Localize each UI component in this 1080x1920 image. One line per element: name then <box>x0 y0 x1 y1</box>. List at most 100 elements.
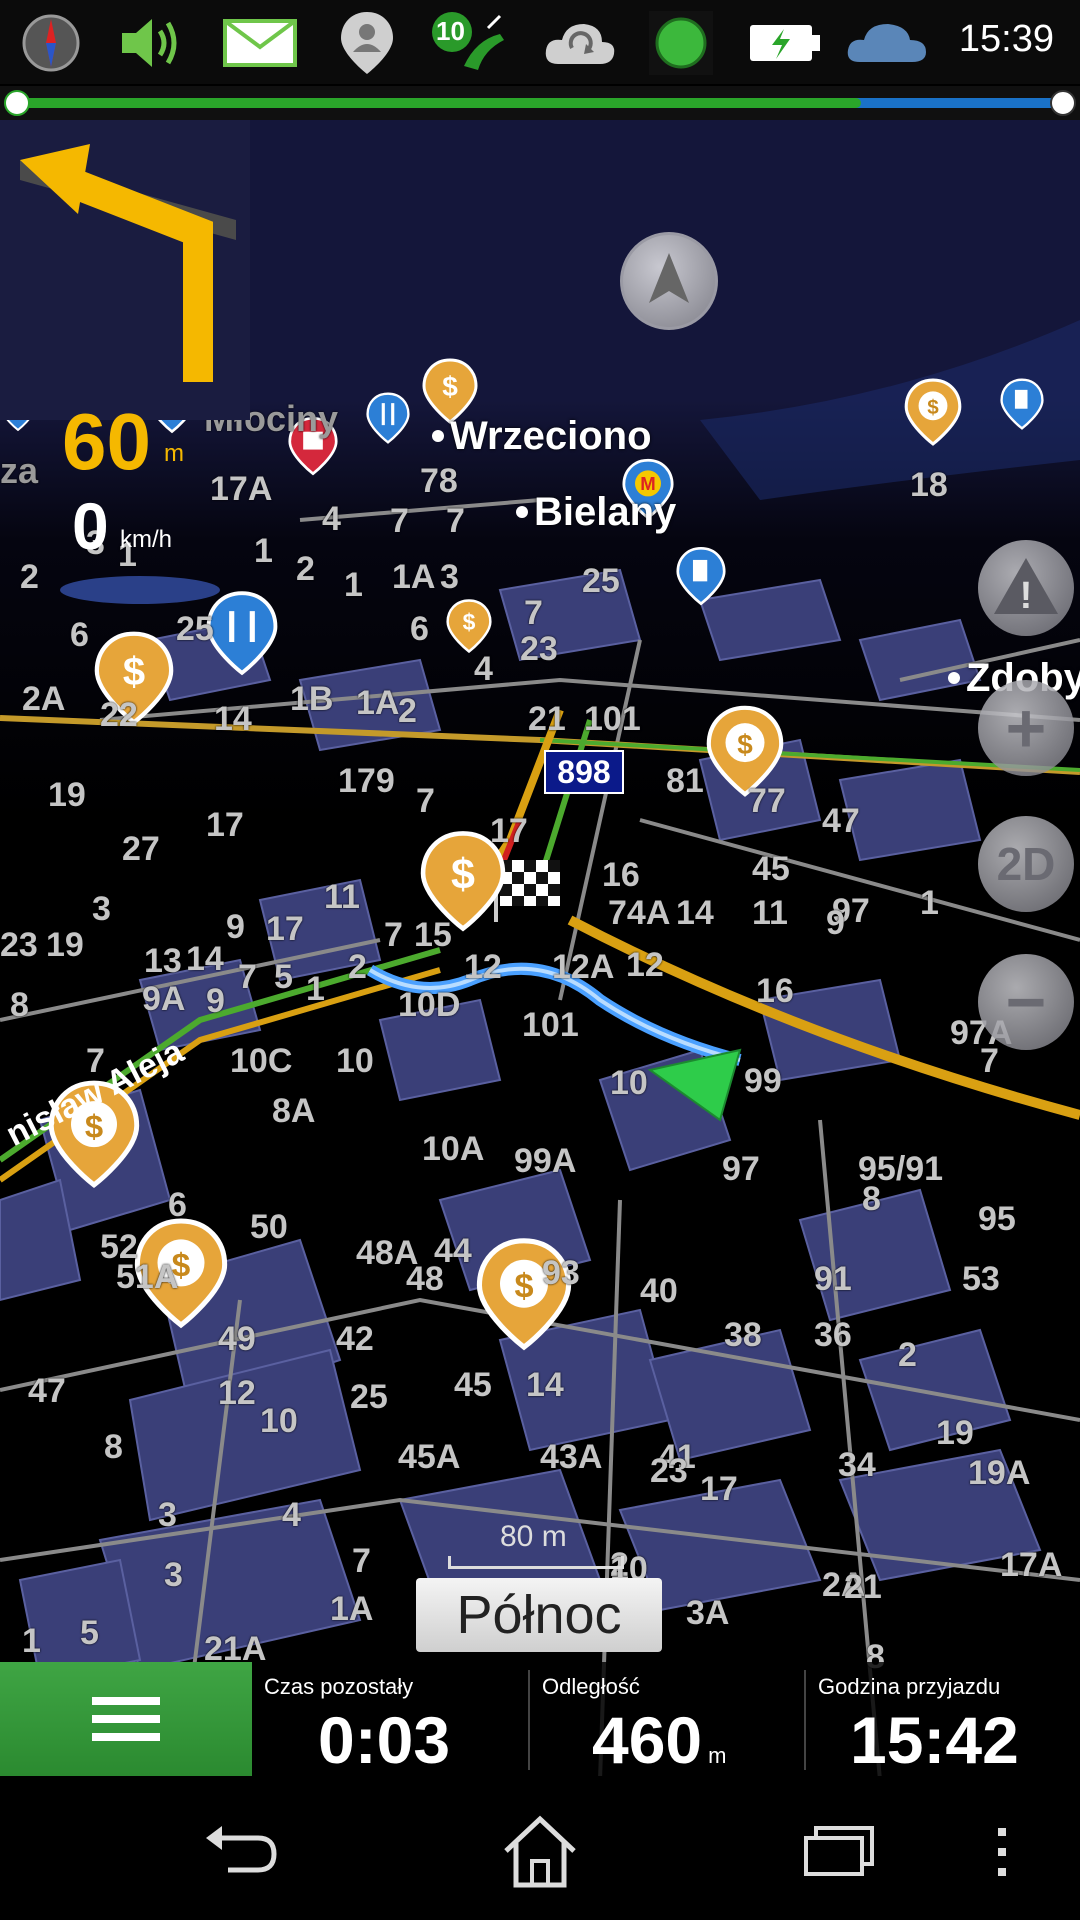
building-number: 7 <box>352 1542 371 1580</box>
clock: 15:39 <box>958 18 1054 60</box>
building-number: 17A <box>210 470 273 508</box>
cloud-sync-icon <box>542 10 618 76</box>
building-number: 8 <box>10 986 29 1024</box>
hamburger-menu-icon <box>92 1697 160 1741</box>
building-number: 10C <box>230 1042 293 1080</box>
zoom-out-button[interactable]: − <box>978 954 1074 1050</box>
time-remaining-panel[interactable]: Czas pozostały 0:03 <box>252 1662 528 1777</box>
building-number: 4 <box>282 1496 301 1534</box>
recent-apps-icon <box>804 1826 874 1876</box>
building-number: 7 <box>390 502 409 540</box>
svg-text:$: $ <box>451 851 475 899</box>
building-number: 14 <box>526 1366 564 1404</box>
building-number: 1A <box>330 1590 374 1628</box>
fuel-pin-icon[interactable] <box>1000 376 1044 432</box>
building-number: 14 <box>186 940 224 978</box>
overflow-menu-button[interactable] <box>972 1812 1032 1892</box>
building-number: 10 <box>610 1064 648 1102</box>
building-number: 45 <box>454 1366 492 1404</box>
svg-text:$: $ <box>514 1267 533 1305</box>
building-number: 21 <box>844 1568 882 1606</box>
building-number: 1 <box>344 566 363 604</box>
building-number: 3 <box>440 558 459 596</box>
status-bar: 10 15:39 <box>0 0 1080 84</box>
building-number: 7 <box>416 782 435 820</box>
building-number: 17 <box>490 812 528 850</box>
minus-icon: − <box>1005 963 1047 1041</box>
place-label-wrzeciono: Wrzeciono <box>432 414 652 458</box>
building-number: 11 <box>324 878 360 916</box>
building-number: 15 <box>414 916 452 954</box>
building-number: 8 <box>862 1180 881 1218</box>
building-number: 13 <box>144 942 182 980</box>
distance-value: 460 <box>592 1703 703 1777</box>
building-number: 2 <box>296 550 315 588</box>
building-number: 6 <box>168 1186 187 1224</box>
restaurant-pin-icon[interactable] <box>366 390 410 446</box>
current-speed: 0 <box>72 489 109 563</box>
north-up-button[interactable]: Północ <box>416 1578 662 1652</box>
building-number: 3 <box>164 1556 183 1594</box>
system-navigation-bar <box>0 1776 1080 1920</box>
building-number: 1 <box>920 884 939 922</box>
svg-text:$: $ <box>442 371 458 402</box>
svg-text:$: $ <box>737 729 753 760</box>
building-number: 1 <box>254 532 273 570</box>
building-number: 9 <box>826 904 845 942</box>
zoom-in-button[interactable]: + <box>978 680 1074 776</box>
building-number: 4 <box>474 650 493 688</box>
building-number: 95 <box>978 1200 1016 1238</box>
building-number: 14 <box>676 894 714 932</box>
home-icon <box>504 1815 576 1888</box>
car-service-pin-icon[interactable] <box>206 590 278 676</box>
trip-info-bar: Czas pozostały 0:03 Odległość 460 m Godzi… <box>0 1662 1080 1777</box>
svg-text:$: $ <box>463 609 476 635</box>
building-number: 47 <box>28 1372 66 1410</box>
building-number: 25 <box>582 562 620 600</box>
building-number: 47 <box>822 802 860 840</box>
arrival-time-panel[interactable]: Godzina przyjazdu 15:42 <box>806 1662 1080 1777</box>
satellite-count: 10 <box>436 16 465 46</box>
building-number: 16 <box>756 972 794 1010</box>
time-remaining-value: 0:03 <box>318 1703 451 1777</box>
view-mode-label: 2D <box>996 838 1056 890</box>
main-menu-button[interactable] <box>0 1662 252 1776</box>
building-number: 8 <box>104 1428 123 1466</box>
compass-orientation-button[interactable] <box>620 232 718 330</box>
compass-icon <box>18 10 84 76</box>
building-number: 12A <box>552 948 615 986</box>
svg-text:$: $ <box>123 650 145 694</box>
building-number: 77 <box>748 782 786 820</box>
building-number: 3A <box>686 1594 730 1632</box>
back-button[interactable] <box>192 1812 292 1892</box>
next-turn-indicator[interactable] <box>0 120 250 420</box>
building-number: 19 <box>936 1414 974 1452</box>
money-bag-pin-icon[interactable]: $ <box>904 378 962 446</box>
warning-triangle-icon: ! <box>994 558 1058 617</box>
map-scale-label: 80 m <box>500 1520 567 1553</box>
building-number: 10D <box>398 986 461 1024</box>
building-number: 2 <box>898 1336 917 1374</box>
distance-panel[interactable]: Odległość 460 m <box>530 1662 804 1777</box>
view-mode-button[interactable]: 2D <box>978 816 1074 912</box>
warning-button[interactable]: ! <box>978 540 1074 636</box>
building-number: 2 <box>348 948 367 986</box>
building-number: 11 <box>752 894 788 932</box>
fuel-pin-icon[interactable] <box>676 546 726 606</box>
building-number: 91 <box>814 1260 852 1298</box>
building-number: 5 <box>80 1614 99 1652</box>
building-number: 23 <box>650 1452 688 1490</box>
building-number: 7 <box>238 958 257 996</box>
building-number: 36 <box>814 1316 852 1354</box>
building-number: 6 <box>410 610 429 648</box>
building-number: 19A <box>968 1454 1031 1492</box>
building-number: 4 <box>322 500 341 538</box>
home-button[interactable] <box>490 1812 590 1892</box>
building-number: 10 <box>260 1402 298 1440</box>
building-number: 17 <box>266 910 304 948</box>
atm-pin-icon[interactable]: $ <box>446 598 492 654</box>
building-number: 99A <box>514 1142 577 1180</box>
recent-apps-button[interactable] <box>790 1812 890 1892</box>
building-number: 12 <box>218 1374 256 1412</box>
building-number: 2 <box>20 558 39 596</box>
